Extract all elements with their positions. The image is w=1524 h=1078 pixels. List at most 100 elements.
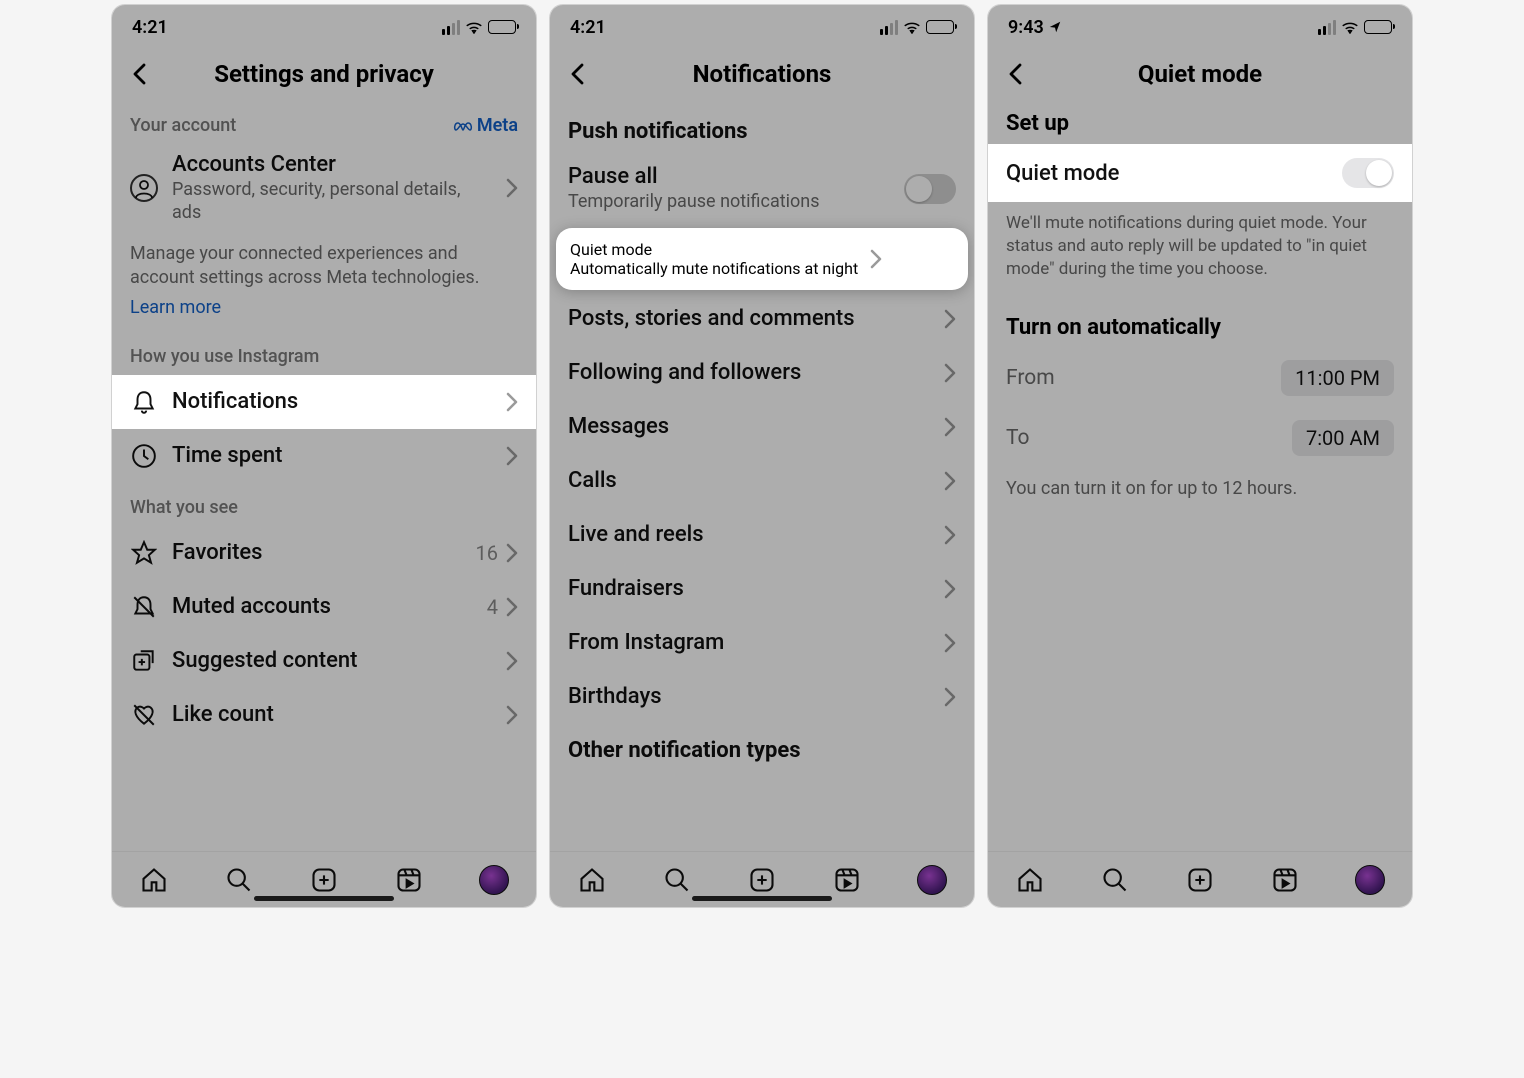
chevron-right-icon: [506, 597, 518, 617]
list-item[interactable]: Posts, stories and comments: [550, 292, 974, 346]
chevron-right-icon: [506, 392, 518, 412]
notifications-row[interactable]: Notifications: [112, 375, 536, 429]
create-tab[interactable]: [307, 863, 341, 897]
search-tab[interactable]: [660, 863, 694, 897]
reels-tab[interactable]: [392, 863, 426, 897]
list-item[interactable]: Live and reels: [550, 508, 974, 562]
from-label: From: [1006, 366, 1055, 390]
quiet-mode-toggle[interactable]: [1342, 158, 1394, 188]
list-item[interactable]: Messages: [550, 400, 974, 454]
quiet-mode-toggle-row[interactable]: Quiet mode: [988, 144, 1412, 202]
profile-tab[interactable]: [915, 863, 949, 897]
battery-icon: [488, 20, 516, 34]
screen-settings-privacy: 4:21 Settings and privacy Your account M…: [111, 4, 537, 908]
bell-slash-icon: [130, 593, 158, 621]
list-item[interactable]: Birthdays: [550, 670, 974, 724]
suggested-icon: [130, 647, 158, 675]
status-icons: [442, 20, 516, 35]
your-account-label: Your account: [130, 115, 236, 136]
status-bar: 4:21: [550, 5, 974, 49]
other-heading: Other notification types: [550, 724, 974, 771]
to-time[interactable]: 7:00 AM: [1292, 420, 1394, 456]
list-item[interactable]: Following and followers: [550, 346, 974, 400]
home-tab[interactable]: [137, 863, 171, 897]
accounts-center-row[interactable]: Accounts Center Password, security, pers…: [112, 140, 536, 236]
quiet-mode-row[interactable]: Quiet mode Automatically mute notificati…: [556, 228, 968, 290]
pause-all-row[interactable]: Pause all Temporarily pause notification…: [550, 152, 974, 226]
what-you-see-label: What you see: [112, 483, 536, 526]
pause-all-title: Pause all: [568, 164, 890, 189]
reels-tab[interactable]: [1268, 863, 1302, 897]
page-title: Notifications: [550, 60, 974, 88]
chevron-right-icon: [944, 417, 956, 437]
reels-tab[interactable]: [830, 863, 864, 897]
chevron-right-icon: [506, 705, 518, 725]
cellular-icon: [880, 20, 898, 35]
profile-tab[interactable]: [477, 863, 511, 897]
back-button[interactable]: [124, 58, 156, 90]
to-label: To: [1006, 426, 1030, 450]
meta-logo: Meta: [453, 115, 518, 136]
suggested-content-label: Suggested content: [172, 648, 492, 673]
create-tab[interactable]: [745, 863, 779, 897]
quiet-mode-toggle-label: Quiet mode: [1006, 161, 1328, 186]
battery-icon: [1364, 20, 1392, 34]
bell-icon: [130, 388, 158, 416]
page-header: Notifications: [550, 49, 974, 99]
back-button[interactable]: [562, 58, 594, 90]
status-bar: 9:43: [988, 5, 1412, 49]
status-time: 4:21: [132, 17, 168, 38]
favorites-count: 16: [476, 541, 498, 565]
list-item[interactable]: Calls: [550, 454, 974, 508]
chevron-right-icon: [944, 579, 956, 599]
notifications-label: Notifications: [172, 389, 492, 414]
heart-slash-icon: [130, 701, 158, 729]
accounts-center-title: Accounts Center: [172, 152, 492, 177]
search-tab[interactable]: [222, 863, 256, 897]
time-spent-row[interactable]: Time spent: [112, 429, 536, 483]
pause-all-toggle[interactable]: [904, 174, 956, 204]
back-button[interactable]: [1000, 58, 1032, 90]
chevron-right-icon: [506, 651, 518, 671]
search-tab[interactable]: [1098, 863, 1132, 897]
cellular-icon: [1318, 20, 1336, 35]
wifi-icon: [465, 20, 483, 34]
your-account-header: Your account Meta: [112, 105, 536, 140]
time-spent-label: Time spent: [172, 443, 492, 468]
like-count-row[interactable]: Like count: [112, 688, 536, 742]
status-time: 9:43: [1008, 17, 1062, 38]
muted-accounts-row[interactable]: Muted accounts 4: [112, 580, 536, 634]
home-tab[interactable]: [575, 863, 609, 897]
chevron-right-icon: [870, 249, 882, 269]
list-item[interactable]: From Instagram: [550, 616, 974, 670]
chevron-right-icon: [944, 363, 956, 383]
page-title: Quiet mode: [988, 60, 1412, 88]
battery-icon: [926, 20, 954, 34]
page-title: Settings and privacy: [112, 60, 536, 88]
status-icons: [1318, 20, 1392, 35]
quiet-mode-sub: Automatically mute notifications at nigh…: [570, 259, 858, 278]
create-tab[interactable]: [1183, 863, 1217, 897]
to-row[interactable]: To 7:00 AM: [988, 408, 1412, 468]
tab-bar: [988, 851, 1412, 907]
from-row[interactable]: From 11:00 PM: [988, 348, 1412, 408]
push-heading: Push notifications: [550, 105, 974, 152]
suggested-content-row[interactable]: Suggested content: [112, 634, 536, 688]
chevron-right-icon: [944, 309, 956, 329]
from-time[interactable]: 11:00 PM: [1281, 360, 1394, 396]
status-bar: 4:21: [112, 5, 536, 49]
auto-heading: Turn on automatically: [988, 295, 1412, 348]
list-item[interactable]: Fundraisers: [550, 562, 974, 616]
chevron-right-icon: [944, 687, 956, 707]
setup-heading: Set up: [988, 105, 1412, 144]
profile-tab[interactable]: [1353, 863, 1387, 897]
chevron-right-icon: [944, 633, 956, 653]
home-indicator: [692, 896, 832, 901]
accounts-center-sub: Password, security, personal details, ad…: [172, 179, 492, 224]
favorites-row[interactable]: Favorites 16: [112, 526, 536, 580]
learn-more-link[interactable]: Learn more: [112, 295, 536, 332]
status-icons: [880, 20, 954, 35]
home-tab[interactable]: [1013, 863, 1047, 897]
content: Push notifications Pause all Temporarily…: [550, 99, 974, 851]
chevron-right-icon: [506, 543, 518, 563]
